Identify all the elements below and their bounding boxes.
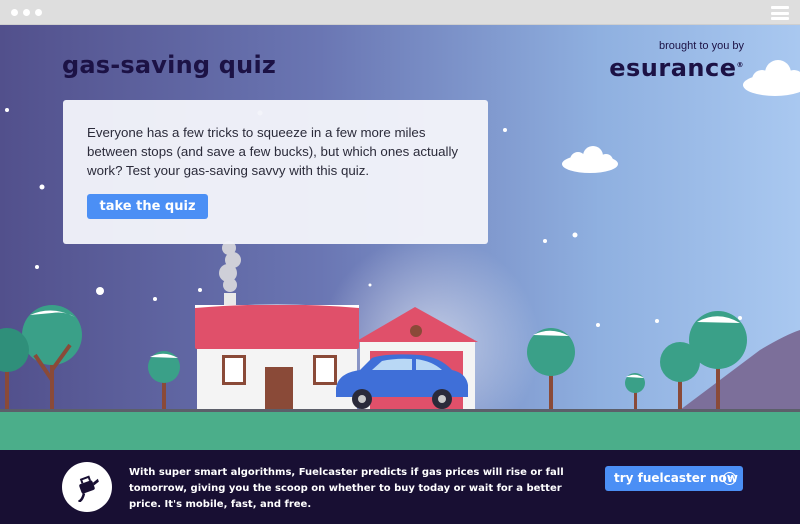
try-fuelcaster-label: try fuelcaster now <box>614 471 738 485</box>
arrow-right-circle-icon: › <box>723 472 736 485</box>
tree-icon <box>22 305 82 410</box>
esurance-logo[interactable]: esurance® <box>604 54 744 82</box>
hamburger-menu-icon[interactable] <box>771 6 789 20</box>
tree-icon <box>527 328 575 410</box>
quiz-intro-text: Everyone has a few tricks to squeeze in … <box>87 125 459 178</box>
sponsor-label: brought to you by <box>658 40 744 52</box>
house <box>195 304 359 410</box>
tree-icon <box>148 351 180 410</box>
fuelcaster-banner: With super smart algorithms, Fuelcaster … <box>0 450 800 524</box>
window-dot-icon[interactable] <box>35 9 42 16</box>
cloud-icon <box>562 146 618 173</box>
quiz-title: gas-saving quiz <box>62 51 277 79</box>
fuelcaster-description: With super smart algorithms, Fuelcaster … <box>129 467 564 510</box>
chimney-smoke <box>219 241 241 292</box>
gas-pump-icon <box>62 462 112 512</box>
cloud-icon <box>743 60 800 96</box>
hero-scene: gas-saving quiz brought to you by esuran… <box>0 25 800 450</box>
tree-icon <box>0 328 29 410</box>
browser-chrome <box>0 0 800 25</box>
chimney <box>224 293 236 305</box>
window-dot-icon[interactable] <box>23 9 30 16</box>
tree-icon <box>625 373 645 410</box>
window-dot-icon[interactable] <box>11 9 18 16</box>
try-fuelcaster-button[interactable]: try fuelcaster now › <box>605 466 743 491</box>
window-controls <box>11 9 42 16</box>
ground <box>0 409 800 450</box>
quiz-intro-card: Everyone has a few tricks to squeeze in … <box>63 100 488 244</box>
sponsor-block: brought to you by esurance® <box>604 40 744 82</box>
take-quiz-button[interactable]: take the quiz <box>87 194 208 219</box>
